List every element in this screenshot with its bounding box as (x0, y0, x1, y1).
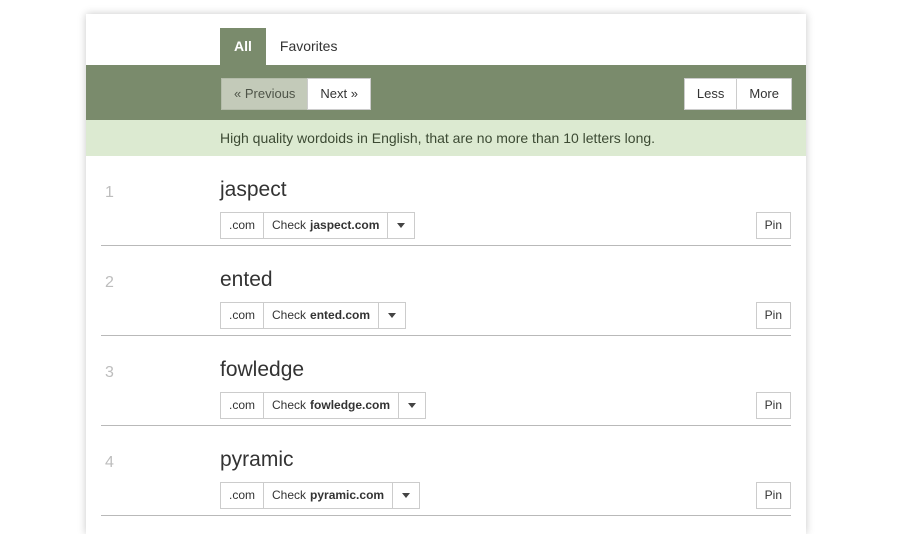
previous-button[interactable]: « Previous (221, 78, 309, 110)
tab-all[interactable]: All (220, 28, 266, 65)
chevron-down-icon[interactable] (398, 392, 427, 419)
pin-button-label: Pin (764, 308, 782, 322)
description-banner: High quality wordoids in English, that a… (86, 120, 806, 156)
domain-check-group: .com Check jaspect.com (220, 212, 416, 239)
pin-button-label: Pin (764, 398, 782, 412)
tld-segment[interactable]: .com (220, 212, 265, 239)
results-list: 1 jaspect .com Check jaspect.com Pin 2 e… (86, 156, 806, 516)
pin-button-label: Pin (764, 488, 782, 502)
tab-favorites-label: Favorites (279, 38, 338, 54)
tab-all-label: All (234, 38, 252, 54)
pin-button-label: Pin (764, 218, 782, 232)
check-domain-button[interactable]: Check fowledge.com (263, 392, 400, 419)
next-button-label: Next » (320, 86, 358, 101)
chevron-down-glyph (397, 222, 406, 228)
next-button[interactable]: Next » (307, 78, 371, 110)
app-root: All Favorites « Previous Next » Less Mor… (0, 0, 917, 534)
wordoid-results-panel: All Favorites « Previous Next » Less Mor… (86, 14, 806, 534)
tld-label: .com (229, 398, 256, 412)
result-rank: 3 (105, 364, 114, 381)
tab-bar: All Favorites (86, 14, 806, 65)
less-button-label: Less (696, 86, 725, 101)
previous-button-label: « Previous (234, 86, 296, 101)
chevron-down-icon[interactable] (387, 212, 416, 239)
pagination-group: « Previous Next » (221, 78, 371, 110)
table-row: 4 pyramic .com Check pyramic.com Pin (101, 426, 791, 516)
result-word: ented (220, 268, 273, 291)
check-label: Check (272, 398, 307, 412)
result-rank: 2 (105, 274, 114, 291)
table-row: 2 ented .com Check ented.com Pin (101, 246, 791, 336)
chevron-down-glyph (388, 312, 397, 318)
domain-name: ented.com (310, 308, 371, 322)
result-word: pyramic (220, 448, 294, 471)
domain-check-group: .com Check ented.com (220, 302, 407, 329)
density-group: Less More (683, 78, 792, 110)
result-word: jaspect (220, 178, 287, 201)
tld-label: .com (229, 488, 256, 502)
check-domain-button[interactable]: Check pyramic.com (263, 482, 394, 509)
tab-favorites[interactable]: Favorites (266, 28, 352, 65)
result-rank: 1 (105, 184, 114, 201)
more-button-label: More (749, 86, 779, 101)
less-button[interactable]: Less (683, 78, 738, 110)
chevron-down-icon[interactable] (378, 302, 407, 329)
table-row: 1 jaspect .com Check jaspect.com Pin (101, 156, 791, 246)
domain-check-group: .com Check fowledge.com (220, 392, 427, 419)
domain-name: pyramic.com (310, 488, 385, 502)
chevron-down-icon[interactable] (392, 482, 421, 509)
check-domain-button[interactable]: Check jaspect.com (263, 212, 389, 239)
result-rank: 4 (105, 454, 114, 471)
check-domain-button[interactable]: Check ented.com (263, 302, 380, 329)
result-word: fowledge (220, 358, 305, 381)
pin-button[interactable]: Pin (755, 212, 791, 239)
table-row: 3 fowledge .com Check fowledge.com Pin (101, 336, 791, 426)
toolbar: « Previous Next » Less More (86, 65, 806, 120)
check-label: Check (272, 218, 307, 232)
tld-segment[interactable]: .com (220, 392, 265, 419)
pin-button[interactable]: Pin (755, 392, 791, 419)
pin-button[interactable]: Pin (755, 482, 791, 509)
pin-button[interactable]: Pin (755, 302, 791, 329)
tld-label: .com (229, 308, 256, 322)
chevron-down-glyph (402, 492, 411, 498)
domain-name: fowledge.com (310, 398, 391, 412)
check-label: Check (272, 488, 307, 502)
tld-label: .com (229, 218, 256, 232)
tld-segment[interactable]: .com (220, 302, 265, 329)
domain-check-group: .com Check pyramic.com (220, 482, 421, 509)
check-label: Check (272, 308, 307, 322)
tld-segment[interactable]: .com (220, 482, 265, 509)
chevron-down-glyph (408, 402, 417, 408)
more-button[interactable]: More (736, 78, 792, 110)
domain-name: jaspect.com (310, 218, 380, 232)
description-text: High quality wordoids in English, that a… (220, 130, 656, 146)
